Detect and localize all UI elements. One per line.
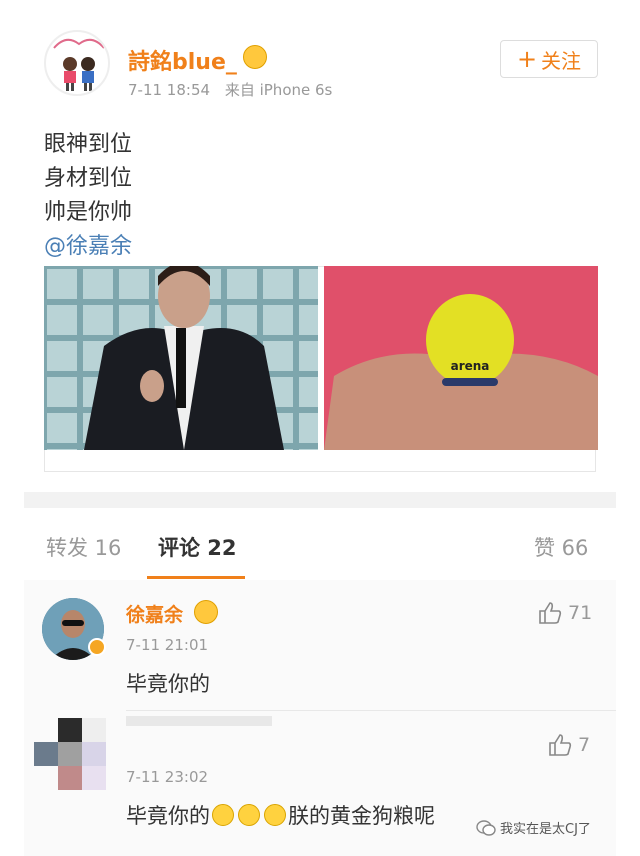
watermark: 我实在是太CJ了 (476, 818, 591, 837)
mention-link[interactable]: @徐嘉余 (44, 228, 132, 260)
post-image-suit[interactable] (44, 266, 318, 450)
like-count: 7 (578, 734, 591, 756)
thumbs-up-icon (539, 602, 562, 624)
comment-text-suffix: 朕的黄金狗粮呢 (288, 804, 435, 828)
weibo-post: 詩銘blue_ 7-11 18:54 来自 iPhone 6s + 关注 眼神到… (0, 0, 640, 490)
commenter-name[interactable]: 徐嘉余 (126, 600, 183, 627)
post-line-1: 眼神到位 (44, 132, 133, 157)
member-badge-icon (194, 600, 218, 624)
post-meta: 7-11 18:54 来自 iPhone 6s (128, 79, 332, 100)
like-count: 71 (568, 602, 593, 624)
comment-time: 7-11 23:02 (126, 768, 209, 786)
post-line-2: 身材到位 (44, 166, 133, 191)
follow-label: 关注 (541, 48, 582, 73)
tab-likes[interactable]: 赞 66 (534, 532, 588, 562)
member-badge-icon (243, 45, 267, 69)
comment-time: 7-11 21:01 (126, 636, 209, 654)
watermark-text: 我实在是太CJ了 (500, 822, 591, 837)
comment-like-button[interactable]: 7 (548, 734, 590, 756)
post-author-name[interactable]: 詩銘blue_ (128, 44, 237, 76)
comment-text: 毕竟你的 朕的黄金狗粮呢 (126, 800, 435, 830)
thumbs-up-icon (549, 734, 572, 756)
follow-button[interactable]: + 关注 (500, 40, 598, 78)
commenter-avatar-blurred[interactable] (34, 718, 106, 790)
tab-comments[interactable]: 评论 22 (158, 532, 237, 562)
post-source: 来自 iPhone 6s (224, 81, 333, 99)
user-avatar[interactable] (44, 30, 110, 96)
active-tab-indicator (147, 576, 245, 579)
post-timestamp: 7-11 18:54 (128, 81, 211, 99)
interaction-tabs: 转发 16 评论 22 赞 66 (24, 508, 616, 580)
wechat-icon (476, 819, 496, 836)
plus-icon: + (516, 45, 538, 73)
smile-emoji-icon (264, 804, 286, 826)
commenter-name-blurred (126, 716, 272, 726)
smile-emoji-icon (238, 804, 260, 826)
smile-emoji-icon (212, 804, 234, 826)
couple-avatar-icon (53, 38, 105, 91)
comment-like-button[interactable]: 71 (538, 602, 592, 624)
tab-repost[interactable]: 转发 16 (46, 532, 121, 562)
post-image-swimmer[interactable]: arena (324, 266, 598, 450)
comment-list: 徐嘉余 7-11 21:01 毕竟你的 71 7-11 23:02 毕竟你的朕的… (24, 580, 616, 856)
comment-divider (126, 710, 616, 711)
section-separator (24, 492, 616, 508)
comment-text-prefix: 毕竟你的 (126, 804, 210, 828)
post-line-3: 帅是你帅 (44, 200, 133, 225)
comment-text: 毕竟你的 (126, 672, 210, 696)
cap-brand: arena (451, 359, 490, 373)
verified-badge-icon (88, 638, 106, 656)
